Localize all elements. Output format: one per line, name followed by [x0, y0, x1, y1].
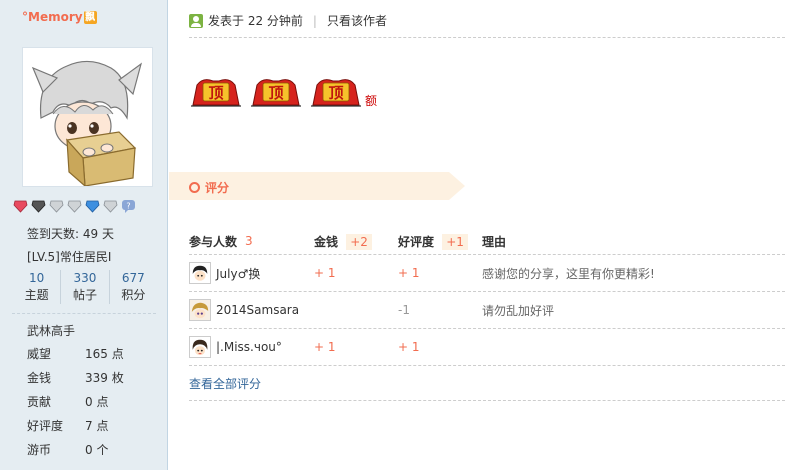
- medal-silver-icon[interactable]: [67, 199, 82, 213]
- help-bubble-icon[interactable]: ?: [121, 199, 136, 213]
- checkin-days: 签到天数: 49 天: [27, 227, 114, 241]
- rater-avatar[interactable]: [189, 262, 211, 284]
- stat-number[interactable]: 10: [13, 270, 60, 286]
- user-rank: 武林高手: [27, 324, 76, 338]
- medal-silver-icon[interactable]: [103, 199, 118, 213]
- ding-emoticon-icon: 顶: [311, 75, 361, 107]
- rating-title-text: 评分: [205, 181, 230, 195]
- username-badge-icon: 飘: [83, 10, 97, 24]
- ding-char: 顶: [208, 84, 223, 102]
- money-value: + 1: [314, 340, 336, 354]
- attr-praise: 好评度 7 点: [27, 417, 157, 434]
- praise-total-badge: +1: [442, 233, 468, 250]
- attr-value: 0 点: [85, 395, 109, 409]
- reason-text: 感谢您的分享，这里有你更精彩!: [482, 266, 655, 281]
- header-participants[interactable]: 参与人数 3: [189, 233, 314, 250]
- chibi-avatar-illustration: [23, 48, 152, 186]
- attr-value: 165 点: [85, 347, 124, 361]
- stat-number[interactable]: 677: [110, 270, 157, 286]
- stat-label: 帖子: [72, 288, 97, 302]
- rater-name[interactable]: July♂换: [216, 265, 260, 282]
- author-only-link[interactable]: 只看该作者: [327, 12, 387, 29]
- ding-emoticon-icon: 顶: [251, 75, 301, 107]
- avatar[interactable]: [22, 47, 153, 187]
- rater-avatar[interactable]: [189, 299, 211, 321]
- attr-contribution: 贡献 0 点: [27, 393, 157, 410]
- header-money: 金钱 +2: [314, 233, 398, 250]
- table-row: July♂换 + 1 + 1 感谢您的分享，这里有你更精彩!: [189, 255, 785, 292]
- rater[interactable]: |.Miss.чou°: [189, 336, 314, 358]
- ring-icon: [189, 182, 200, 193]
- praise-value: -1: [398, 303, 410, 317]
- header-praise-label: 好评度: [398, 234, 435, 249]
- svg-text:?: ?: [126, 202, 130, 211]
- header-participants-label[interactable]: 参与人数: [189, 233, 237, 250]
- attr-game-coins: 游币 0 个: [27, 441, 157, 458]
- ding-char: 顶: [328, 84, 343, 102]
- online-user-icon: [189, 13, 203, 28]
- reason-text: 请勿乱加好评: [482, 303, 555, 318]
- meta-divider: [189, 37, 785, 38]
- rating-table-header: 参与人数 3 金钱 +2 好评度 +1 理由: [189, 228, 785, 255]
- ding-emoticon-icon: 顶: [191, 75, 241, 107]
- post-content: 发表于 22 分钟前 | 只看该作者 顶 顶 顶 额 评分 参与人数 3 金钱 …: [169, 0, 785, 470]
- header-praise: 好评度 +1: [398, 233, 482, 250]
- view-all-ratings-link[interactable]: 查看全部评分: [189, 375, 261, 392]
- stat-posts[interactable]: 330 帖子: [60, 270, 108, 304]
- user-sidebar: °Memory 飘 ? 签到天数: 49 天 [LV.5]常住居民I 10 主题…: [0, 0, 168, 470]
- attr-label: 金钱: [27, 371, 52, 385]
- post-time: 发表于 22 分钟前: [208, 14, 303, 28]
- praise-value: + 1: [398, 340, 420, 354]
- stat-label: 积分: [121, 288, 146, 302]
- attr-value: 7 点: [85, 419, 109, 433]
- meta-separator: |: [312, 13, 317, 28]
- rating-footer: 查看全部评分: [189, 366, 785, 401]
- attr-label: 游币: [27, 443, 52, 457]
- user-level[interactable]: [LV.5]常住居民I: [27, 248, 111, 265]
- attr-value: 339 枚: [85, 371, 124, 385]
- attr-label: 好评度: [27, 419, 64, 433]
- table-row: |.Miss.чou° + 1 + 1: [189, 329, 785, 366]
- table-row: 2014Samsara -1 请勿乱加好评: [189, 292, 785, 329]
- medal-row: ?: [13, 199, 136, 213]
- rating-title: 评分: [189, 179, 229, 196]
- stat-topics[interactable]: 10 主题: [13, 270, 60, 304]
- medal-red-icon[interactable]: [13, 199, 28, 213]
- header-money-label: 金钱: [314, 234, 339, 249]
- post-body: 顶 顶 顶 额: [191, 75, 378, 108]
- rating-banner: 评分: [169, 172, 465, 200]
- participants-count[interactable]: 3: [241, 233, 257, 249]
- rating-table: 参与人数 3 金钱 +2 好评度 +1 理由 July♂换 + 1 + 1 感谢…: [189, 228, 785, 401]
- post-meta: 发表于 22 分钟前 | 只看该作者: [189, 12, 387, 29]
- stat-label: 主题: [24, 288, 49, 302]
- medal-dark-icon[interactable]: [31, 199, 46, 213]
- header-reason: 理由: [482, 234, 507, 249]
- money-value: + 1: [314, 266, 336, 280]
- stat-number[interactable]: 330: [61, 270, 108, 286]
- attr-label: 威望: [27, 347, 52, 361]
- user-stats: 10 主题 330 帖子 677 积分: [13, 270, 157, 304]
- username[interactable]: °Memory 飘: [22, 10, 97, 24]
- sidebar-divider: [12, 313, 156, 314]
- rater[interactable]: July♂换: [189, 262, 314, 284]
- medal-blue-icon[interactable]: [85, 199, 100, 213]
- medal-silver-icon[interactable]: [49, 199, 64, 213]
- money-total-badge: +2: [346, 233, 372, 250]
- post-text: 额: [365, 94, 378, 108]
- rater-name[interactable]: 2014Samsara: [216, 303, 299, 317]
- rater[interactable]: 2014Samsara: [189, 299, 314, 321]
- username-text[interactable]: °Memory: [22, 10, 83, 24]
- attr-value: 0 个: [85, 443, 109, 457]
- attr-prestige: 威望 165 点: [27, 345, 157, 362]
- rater-name[interactable]: |.Miss.чou°: [216, 340, 282, 354]
- stat-points[interactable]: 677 积分: [108, 270, 157, 304]
- rater-avatar[interactable]: [189, 336, 211, 358]
- ding-char: 顶: [268, 84, 283, 102]
- attr-label: 贡献: [27, 395, 52, 409]
- praise-value: + 1: [398, 266, 420, 280]
- attr-money: 金钱 339 枚: [27, 369, 157, 386]
